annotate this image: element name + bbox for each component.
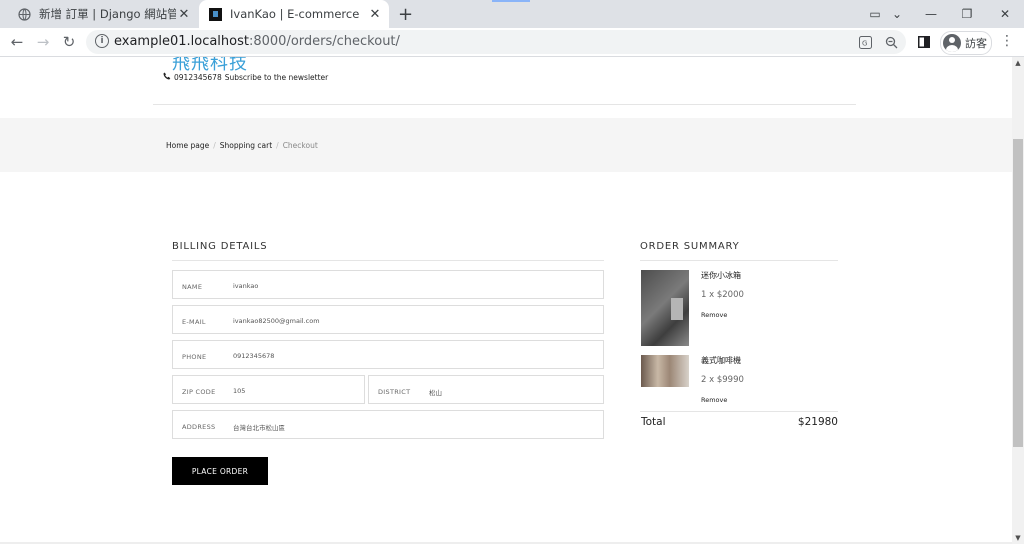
item-qty-price: 2 x $9990 (701, 375, 744, 385)
site-info-icon[interactable]: i (95, 34, 109, 48)
name-value: ivankao (233, 282, 259, 290)
phone-value: 0912345678 (233, 352, 275, 360)
phone-label: PHONE (182, 353, 207, 361)
place-order-button[interactable]: PLACE ORDER (172, 457, 268, 485)
back-arrow-icon[interactable]: ← (7, 32, 27, 52)
order-summary-title: ORDER SUMMARY (640, 241, 740, 252)
globe-icon (17, 7, 31, 21)
tab-ecommerce[interactable]: IvanKao | E-commerce ✕ (199, 0, 389, 28)
item-name: 義式咖啡機 (701, 356, 741, 365)
breadcrumb-band (0, 118, 1012, 172)
district-field[interactable]: DISTRICT 松山 (368, 375, 604, 404)
profile-label: 訪客 (965, 37, 987, 50)
product-image-mini-fridge (641, 270, 689, 346)
phone-icon (163, 72, 171, 82)
email-label: E-MAIL (182, 318, 206, 326)
district-value: 松山 (429, 389, 442, 397)
product-image-espresso-machine (641, 355, 689, 387)
tab-close-icon[interactable]: ✕ (367, 7, 383, 22)
total-value: $21980 (797, 416, 838, 428)
site-favicon-icon (208, 7, 222, 21)
breadcrumb-home[interactable]: Home page (166, 141, 209, 150)
breadcrumb-separator: / (276, 141, 279, 150)
restore-button[interactable]: ❐ (950, 0, 984, 28)
remove-item-link[interactable]: Remove (701, 396, 727, 404)
breadcrumb: Home page / Shopping cart / Checkout (166, 141, 318, 150)
tab-strip-accent (492, 0, 530, 2)
new-tab-button[interactable]: + (398, 4, 413, 25)
avatar-icon (943, 34, 961, 52)
name-field[interactable]: NAME ivankao (172, 270, 604, 299)
scrollbar-thumb[interactable] (1013, 139, 1023, 447)
summary-divider (640, 260, 838, 261)
minimize-button[interactable]: — (914, 0, 948, 28)
email-value: ivankao82500@gmail.com (233, 317, 320, 325)
address-field[interactable]: ADDRESS 台灣台北市松山區 (172, 410, 604, 439)
item-qty-price: 1 x $2000 (701, 290, 744, 300)
address-label: ADDRESS (182, 423, 216, 431)
browser-tab-bar: 新增 訂單 | Django 網站管理 ✕ IvanKao | E-commer… (0, 0, 1024, 28)
billing-divider (172, 260, 604, 261)
scroll-down-icon[interactable]: ▼ (1012, 532, 1024, 544)
tab-close-icon[interactable]: ✕ (176, 7, 192, 22)
translate-icon[interactable]: G (858, 35, 872, 49)
remove-item-link[interactable]: Remove (701, 311, 727, 319)
scroll-up-icon[interactable]: ▲ (1012, 57, 1024, 69)
name-label: NAME (182, 283, 203, 291)
address-value: 台灣台北市松山區 (233, 424, 285, 432)
tab-django-admin[interactable]: 新增 訂單 | Django 網站管理 ✕ (8, 0, 198, 28)
phone-field[interactable]: PHONE 0912345678 (172, 340, 604, 369)
newsletter-link[interactable]: Subscribe to the newsletter (225, 73, 329, 82)
breadcrumb-current: Checkout (282, 141, 318, 150)
billing-title: BILLING DETAILS (172, 241, 268, 252)
tab-title: IvanKao | E-commerce (230, 7, 360, 21)
district-label: DISTRICT (378, 388, 411, 396)
zip-code-value: 105 (233, 387, 246, 395)
window-close-button[interactable]: ✕ (988, 0, 1022, 28)
url-text: example01.localhost:8000/orders/checkout… (114, 34, 400, 49)
profile-button[interactable]: 訪客 (940, 31, 992, 55)
svg-text:G: G (862, 39, 867, 47)
side-panel-icon[interactable] (914, 32, 934, 52)
total-label: Total (641, 416, 666, 428)
header-divider (153, 104, 856, 105)
phone-number: 0912345678 (174, 72, 222, 82)
item-name: 迷你小冰箱 (701, 271, 741, 280)
breadcrumb-separator: / (213, 141, 216, 150)
total-divider (640, 411, 838, 412)
tab-title: 新增 訂單 | Django 網站管理 (39, 7, 176, 21)
zoom-icon[interactable] (884, 35, 898, 49)
vertical-scrollbar[interactable]: ▲ ▼ (1012, 57, 1024, 544)
top-info-bar: 0912345678 Subscribe to the newsletter (163, 72, 328, 82)
address-bar[interactable]: i example01.localhost:8000/orders/checko… (86, 30, 906, 54)
page-content: 飛飛科技 0912345678 Subscribe to the newslet… (0, 57, 1012, 544)
zip-code-field[interactable]: ZIP CODE 105 (172, 375, 365, 404)
browser-toolbar: ← → ↻ i example01.localhost:8000/orders/… (0, 28, 1024, 57)
breadcrumb-cart[interactable]: Shopping cart (220, 141, 272, 150)
chevron-down-icon[interactable]: ⌄ (880, 0, 914, 28)
zip-code-label: ZIP CODE (182, 388, 216, 396)
reload-icon[interactable]: ↻ (59, 32, 79, 52)
email-field[interactable]: E-MAIL ivankao82500@gmail.com (172, 305, 604, 334)
forward-arrow-icon[interactable]: → (33, 32, 53, 52)
browser-menu-icon[interactable]: ⋮ (1000, 33, 1014, 49)
